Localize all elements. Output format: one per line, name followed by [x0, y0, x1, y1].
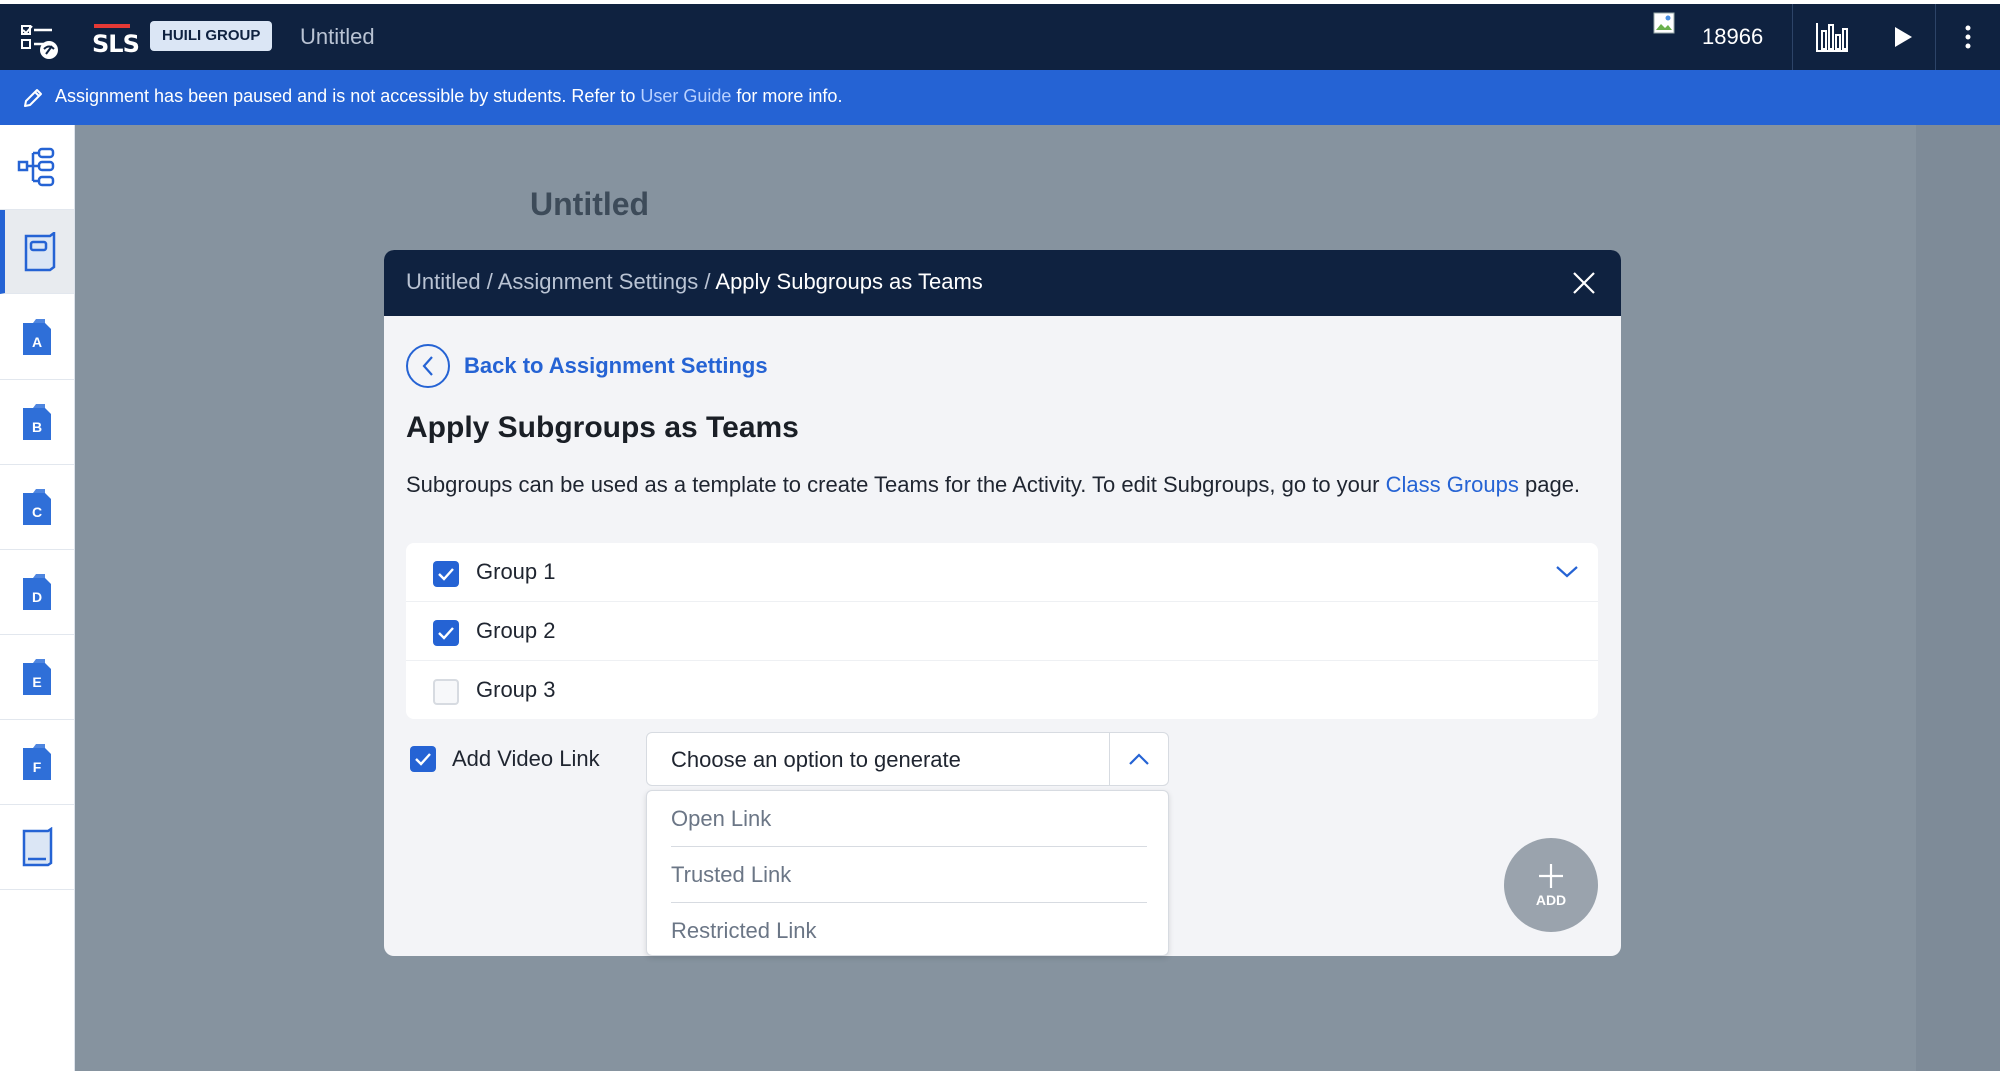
banner-text: Assignment has been paused and is not ac… — [55, 86, 641, 106]
sidebar-item-cover[interactable] — [0, 210, 74, 294]
section-letter: B — [32, 419, 42, 435]
option-restricted-link[interactable]: Restricted Link — [671, 903, 1147, 958]
points-count: 18966 — [1702, 24, 1764, 49]
breadcrumb: Untitled / Assignment Settings / Apply S… — [406, 269, 983, 295]
group-3-checkbox[interactable] — [433, 679, 459, 705]
add-video-link-label[interactable]: Add Video Link — [452, 746, 600, 772]
add-button-label: ADD — [1535, 892, 1567, 908]
group-2-checkbox[interactable] — [433, 620, 459, 646]
list-item[interactable]: Group 2 — [406, 601, 1598, 660]
select-value: Choose an option to generate — [671, 747, 961, 772]
breadcrumb-current: Apply Subgroups as Teams — [715, 269, 983, 294]
back-button[interactable]: Back to Assignment Settings — [406, 343, 768, 389]
section-icon: B — [23, 404, 51, 440]
section-icon: D — [23, 574, 51, 610]
check-icon — [415, 753, 431, 766]
plus-icon — [1539, 864, 1563, 888]
group-label: Group 3 — [476, 677, 556, 702]
checklist-globe-icon[interactable] — [20, 22, 60, 62]
pencil-icon — [24, 89, 42, 107]
video-link-select[interactable]: Choose an option to generate — [646, 732, 1169, 786]
background-title: Untitled — [530, 186, 650, 222]
bar-chart-icon — [1816, 23, 1848, 52]
sidebar-item-section-a[interactable]: A — [0, 295, 74, 380]
list-item[interactable]: Group 3 — [406, 660, 1598, 719]
section-letter: D — [32, 589, 42, 605]
group-1-checkbox[interactable] — [433, 561, 459, 587]
group-label: Group 2 — [476, 618, 556, 643]
section-icon: F — [23, 744, 51, 780]
paused-banner: Assignment has been paused and is not ac… — [0, 70, 2000, 125]
book-icon — [22, 827, 53, 867]
section-letter: F — [33, 759, 42, 775]
page-title: Untitled — [300, 24, 375, 49]
sidebar-item-section-e[interactable]: E — [0, 635, 74, 720]
cover-page-icon — [24, 231, 55, 271]
section-icon: E — [23, 659, 51, 695]
option-trusted-link[interactable]: Trusted Link — [671, 847, 1147, 903]
check-icon — [438, 627, 454, 640]
chevron-left-icon — [422, 356, 433, 376]
sls-logo: SLS — [92, 22, 140, 58]
sidebar-item-structure[interactable] — [0, 125, 74, 210]
add-button[interactable]: ADD — [1504, 838, 1598, 932]
description-text: Subgroups can be used as a template to c… — [406, 472, 1386, 497]
banner-message: Assignment has been paused and is not ac… — [55, 86, 842, 107]
broken-image-icon — [1653, 12, 1675, 34]
close-icon[interactable] — [1569, 268, 1599, 298]
sidebar: A B C D E F — [0, 125, 75, 1071]
breadcrumb-assignment-settings[interactable]: Assignment Settings — [498, 269, 699, 294]
chevron-up-icon — [1129, 753, 1149, 765]
check-icon — [438, 568, 454, 581]
back-circle[interactable] — [406, 344, 450, 388]
option-open-link[interactable]: Open Link — [671, 791, 1147, 847]
sidebar-item-section-b[interactable]: B — [0, 380, 74, 465]
section-letter: A — [32, 334, 42, 350]
more-button[interactable] — [1936, 4, 2000, 70]
backdrop-right-panel — [1916, 125, 2000, 1071]
breadcrumb-separator: / — [698, 269, 716, 294]
more-vertical-icon — [1965, 25, 1971, 49]
description-text-end: page. — [1518, 472, 1581, 497]
section-letter: E — [32, 674, 41, 690]
modal-heading: Apply Subgroups as Teams — [406, 411, 799, 444]
section-letter: C — [32, 504, 42, 520]
section-icon: C — [23, 489, 51, 525]
banner-text-end: for more info. — [731, 86, 843, 106]
list-item[interactable]: Group 1 — [406, 543, 1598, 601]
class-groups-link[interactable]: Class Groups — [1386, 472, 1519, 497]
video-link-dropdown: Open Link Trusted Link Restricted Link — [646, 790, 1169, 956]
select-toggle[interactable] — [1109, 733, 1168, 785]
group-label: Group 1 — [476, 559, 556, 584]
logo-text: SLS — [92, 30, 140, 58]
modal-description: Subgroups can be used as a template to c… — [406, 469, 1606, 500]
analytics-button[interactable] — [1793, 4, 1871, 70]
add-video-link-checkbox[interactable] — [410, 746, 436, 772]
sidebar-item-end[interactable] — [0, 805, 74, 890]
play-button[interactable] — [1871, 4, 1935, 70]
breadcrumb-separator: / — [480, 269, 498, 294]
sidebar-item-section-f[interactable]: F — [0, 720, 74, 805]
play-icon — [1895, 27, 1912, 47]
chevron-down-icon[interactable] — [1554, 561, 1580, 581]
top-bar: SLS HUILI GROUP Untitled 18966 — [0, 4, 2000, 70]
breadcrumb-untitled[interactable]: Untitled — [406, 269, 481, 294]
apply-subgroups-modal: Untitled / Assignment Settings / Apply S… — [384, 250, 1621, 956]
sidebar-item-section-c[interactable]: C — [0, 465, 74, 550]
section-icon: A — [23, 319, 51, 355]
subgroup-list: Group 1 Group 2 Group 3 — [406, 543, 1598, 719]
group-badge: HUILI GROUP — [150, 21, 273, 51]
back-label[interactable]: Back to Assignment Settings — [464, 353, 768, 379]
sidebar-item-section-d[interactable]: D — [0, 550, 74, 635]
user-guide-link[interactable]: User Guide — [640, 86, 731, 106]
modal-header: Untitled / Assignment Settings / Apply S… — [384, 250, 1621, 316]
tree-structure-icon — [17, 147, 55, 187]
